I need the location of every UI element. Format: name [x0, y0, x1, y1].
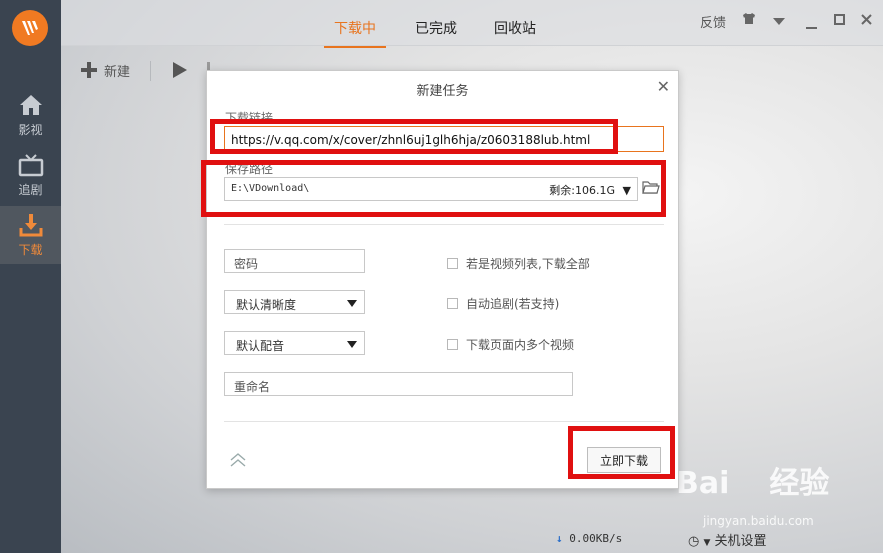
annotation-box-download — [568, 426, 675, 479]
skin-icon[interactable] — [742, 12, 756, 29]
sidebar-item-download[interactable]: 下载 — [0, 206, 61, 264]
download-icon — [17, 212, 45, 238]
app-logo — [12, 10, 48, 46]
plus-icon — [81, 62, 97, 78]
download-speed: ↓ 0.00KB/s — [556, 532, 623, 545]
sidebar: 影视 追剧 下载 — [0, 0, 61, 553]
play-icon — [173, 62, 187, 78]
sidebar-item-label: 影视 — [18, 123, 43, 137]
auto-follow-checkbox[interactable]: 自动追剧(若支持) — [447, 295, 559, 312]
new-task-button[interactable]: 新建 — [79, 56, 130, 84]
caret-icon: ▼ — [703, 538, 711, 548]
minimize-icon[interactable] — [806, 19, 817, 34]
top-bar — [61, 0, 883, 46]
annotation-box-path — [201, 160, 666, 217]
baidu-watermark: Bai 经验 — [676, 466, 830, 501]
dialog-close-icon[interactable]: ✕ — [657, 77, 670, 96]
sidebar-item-movies[interactable]: 影视 — [0, 86, 61, 144]
multi-video-checkbox[interactable]: 下载页面内多个视频 — [447, 336, 574, 353]
dialog-divider — [224, 224, 664, 225]
sidebar-item-label: 下载 — [18, 243, 43, 257]
close-window-icon[interactable] — [861, 14, 872, 29]
tv-icon — [17, 152, 45, 178]
home-icon — [17, 92, 45, 118]
password-input[interactable]: 密码 — [224, 249, 365, 273]
rename-input[interactable]: 重命名 — [224, 372, 573, 396]
download-all-checkbox[interactable]: 若是视频列表,下载全部 — [447, 255, 590, 272]
feedback-link[interactable]: 反馈 — [700, 12, 726, 31]
dialog-divider — [224, 421, 664, 422]
clock-icon: ◷ — [688, 534, 700, 549]
tab-downloading[interactable]: 下载中 — [324, 18, 386, 48]
maximize-icon[interactable] — [834, 14, 845, 29]
shutdown-settings[interactable]: ◷ ▼ 关机设置 — [688, 530, 767, 549]
dialog-title: 新建任务 — [416, 84, 469, 99]
toolbar-divider — [150, 61, 151, 81]
chevron-down-icon — [347, 341, 357, 348]
new-task-label: 新建 — [104, 64, 131, 80]
tab-completed[interactable]: 已完成 — [415, 18, 457, 38]
annotation-box-url — [210, 119, 618, 154]
start-button[interactable] — [171, 56, 189, 84]
menu-dropdown-icon[interactable] — [773, 15, 785, 30]
dub-select[interactable]: 默认配音 — [224, 331, 365, 355]
sidebar-item-series[interactable]: 追剧 — [0, 146, 61, 204]
chevron-down-icon — [347, 300, 357, 307]
speed-arrow-icon: ↓ — [556, 532, 563, 545]
sidebar-item-label: 追剧 — [18, 183, 43, 197]
logo-icon — [22, 21, 38, 35]
tab-recycle-bin[interactable]: 回收站 — [494, 18, 536, 38]
watermark-url: jingyan.baidu.com — [703, 514, 814, 528]
quality-select[interactable]: 默认清晰度 — [224, 290, 365, 314]
collapse-icon[interactable] — [229, 451, 247, 469]
